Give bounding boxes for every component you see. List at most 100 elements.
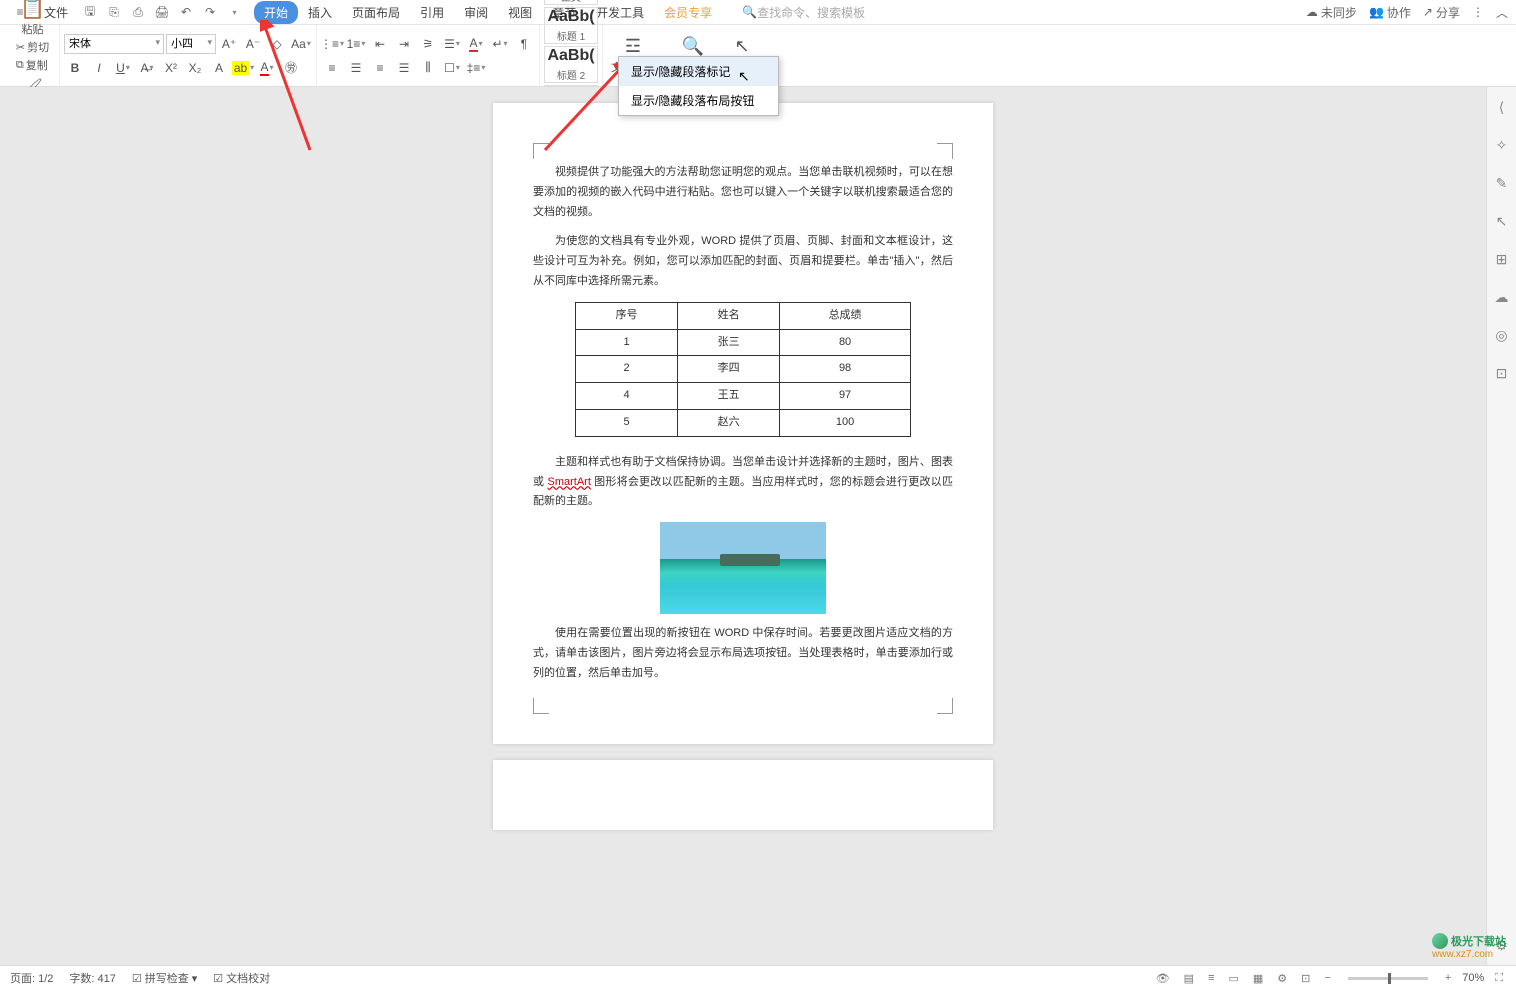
table-header[interactable]: 姓名	[678, 302, 780, 329]
doc-paragraph[interactable]: 视频提供了功能强大的方法帮助您证明您的观点。当您单击联机视频时，可以在想要添加的…	[533, 163, 953, 222]
text-effect-icon[interactable]: A	[208, 58, 230, 78]
doc-table[interactable]: 序号姓名总成绩 1张三802李四984王五975赵六100	[575, 302, 911, 437]
side-tool5-icon[interactable]: ⊡	[1492, 363, 1512, 383]
increase-indent-button[interactable]: ⇥	[393, 34, 415, 54]
side-tool3-icon[interactable]: ☁	[1492, 287, 1512, 307]
side-select-icon[interactable]: ↖	[1492, 211, 1512, 231]
side-expand-icon[interactable]: ⟨	[1492, 97, 1512, 117]
side-tool2-icon[interactable]: ⊞	[1492, 249, 1512, 269]
font-size-select[interactable]: 小四	[166, 34, 216, 54]
italic-button[interactable]: I	[88, 58, 110, 78]
subscript-button[interactable]: X₂	[184, 58, 206, 78]
eye-icon[interactable]: 👁	[1153, 972, 1173, 985]
table-cell[interactable]: 2	[576, 356, 678, 383]
zoom-in-icon[interactable]: +	[1442, 972, 1454, 984]
table-cell[interactable]: 王五	[678, 383, 780, 410]
table-cell[interactable]: 97	[780, 383, 911, 410]
status-wordcount[interactable]: 字数: 417	[69, 970, 115, 986]
zoom-out-icon[interactable]: −	[1321, 972, 1333, 984]
show-marks-button[interactable]: ¶	[513, 34, 535, 54]
save-icon[interactable]: 🖫	[80, 2, 100, 22]
zoom-fit-icon[interactable]: ⊡	[1298, 972, 1313, 985]
font-name-select[interactable]: 宋体	[64, 34, 164, 54]
zoom-value[interactable]: 70%	[1462, 972, 1484, 984]
line-spacing2-button[interactable]: ‡≡	[465, 58, 487, 78]
tab-layout[interactable]: 页面布局	[342, 1, 410, 24]
document-canvas[interactable]: 视频提供了功能强大的方法帮助您证明您的观点。当您单击联机视频时，可以在想要添加的…	[0, 87, 1486, 965]
table-cell[interactable]: 80	[780, 329, 911, 356]
collab-button[interactable]: 👥 协作	[1369, 4, 1411, 21]
table-cell[interactable]: 1	[576, 329, 678, 356]
print-preview-icon[interactable]: 🖨	[152, 2, 172, 22]
qat-more-icon[interactable]	[224, 2, 244, 22]
view-gear-icon[interactable]: ⚙	[1274, 972, 1290, 985]
copy-button[interactable]: ⧉ 复制	[16, 57, 49, 73]
view-page-icon[interactable]: ▤	[1181, 972, 1197, 985]
table-cell[interactable]: 100	[780, 409, 911, 436]
dropdown-show-paragraph-marks[interactable]: 显示/隐藏段落标记	[619, 57, 778, 86]
share-button[interactable]: ↗ 分享	[1423, 4, 1460, 21]
status-page[interactable]: 页面: 1/2	[10, 970, 53, 986]
table-header[interactable]: 总成绩	[780, 302, 911, 329]
save-as-icon[interactable]: ⎘	[104, 2, 124, 22]
distribute-button[interactable]: ⫼	[417, 58, 439, 78]
collapse-ribbon-icon[interactable]: ︿	[1496, 4, 1508, 21]
doc-paragraph[interactable]: 主题和样式也有助于文档保持协调。当您单击设计并选择新的主题时，图片、图表或 Sm…	[533, 453, 953, 512]
strike-button[interactable]: A̶	[136, 58, 158, 78]
tab-review[interactable]: 审阅	[454, 1, 498, 24]
align-justify-button[interactable]: ☰	[393, 58, 415, 78]
table-row[interactable]: 2李四98	[576, 356, 911, 383]
superscript-button[interactable]: X²	[160, 58, 182, 78]
redo-icon[interactable]: ↷	[200, 2, 220, 22]
status-proof[interactable]: ☑ 文档校对	[213, 970, 270, 986]
style-heading1[interactable]: AaBb( 标题 1	[544, 7, 598, 44]
table-row[interactable]: 4王五97	[576, 383, 911, 410]
more-icon[interactable]: ⋮	[1472, 5, 1484, 19]
tab-refs[interactable]: 引用	[410, 1, 454, 24]
view-read-icon[interactable]: ▦	[1250, 972, 1266, 985]
table-cell[interactable]: 李四	[678, 356, 780, 383]
zoom-slider[interactable]	[1348, 977, 1428, 980]
decrease-indent-button[interactable]: ⇤	[369, 34, 391, 54]
table-row[interactable]: 5赵六100	[576, 409, 911, 436]
sync-status[interactable]: ☁ 未同步	[1306, 4, 1357, 21]
side-tool4-icon[interactable]: ◎	[1492, 325, 1512, 345]
tab-member[interactable]: 会员专享	[654, 1, 722, 24]
table-row[interactable]: 1张三80	[576, 329, 911, 356]
status-spellcheck[interactable]: ☑ 拼写检查 ▾	[132, 970, 197, 986]
numbering-button[interactable]: 1≡	[345, 34, 367, 54]
print-icon[interactable]: ⎙	[128, 2, 148, 22]
underline-button[interactable]: U	[112, 58, 134, 78]
command-search[interactable]: 🔍 查找命令、搜索模板	[742, 4, 865, 21]
align-center-button[interactable]: ☰	[345, 58, 367, 78]
doc-paragraph[interactable]: 为使您的文档具有专业外观，WORD 提供了页眉、页脚、封面和文本框设计，这些设计…	[533, 232, 953, 291]
doc-image-beach[interactable]	[660, 522, 826, 614]
view-web-icon[interactable]: ▭	[1225, 972, 1241, 985]
text-direction-button[interactable]: A	[465, 34, 487, 54]
increase-font-icon[interactable]: A⁺	[218, 34, 240, 54]
fullscreen-icon[interactable]: ⛶	[1492, 972, 1506, 985]
paragraph-layout-button[interactable]: ↵	[489, 34, 511, 54]
bold-button[interactable]: B	[64, 58, 86, 78]
table-cell[interactable]: 赵六	[678, 409, 780, 436]
tab-view[interactable]: 视图	[498, 1, 542, 24]
dropdown-show-layout-buttons[interactable]: 显示/隐藏段落布局按钮	[619, 86, 778, 115]
shading-button[interactable]: ☐	[441, 58, 463, 78]
highlight-button[interactable]: ab	[232, 58, 254, 78]
sort-icon[interactable]: ⚞	[417, 34, 439, 54]
table-cell[interactable]: 4	[576, 383, 678, 410]
table-cell[interactable]: 张三	[678, 329, 780, 356]
table-cell[interactable]: 98	[780, 356, 911, 383]
view-outline-icon[interactable]: ≡	[1205, 972, 1217, 984]
table-header[interactable]: 序号	[576, 302, 678, 329]
side-tool1-icon[interactable]: ✧	[1492, 135, 1512, 155]
table-cell[interactable]: 5	[576, 409, 678, 436]
doc-paragraph[interactable]: 使用在需要位置出现的新按钮在 WORD 中保存时间。若要更改图片适应文档的方式，…	[533, 624, 953, 683]
line-spacing-button[interactable]: ☰	[441, 34, 463, 54]
side-pen-icon[interactable]: ✎	[1492, 173, 1512, 193]
paste-button[interactable]: 📋 粘贴	[14, 0, 51, 39]
style-normal[interactable]: AaBbCcDd 正文	[544, 0, 598, 5]
undo-icon[interactable]: ↶	[176, 2, 196, 22]
align-right-button[interactable]: ≡	[369, 58, 391, 78]
cut-button[interactable]: ✂ 剪切	[16, 39, 49, 55]
